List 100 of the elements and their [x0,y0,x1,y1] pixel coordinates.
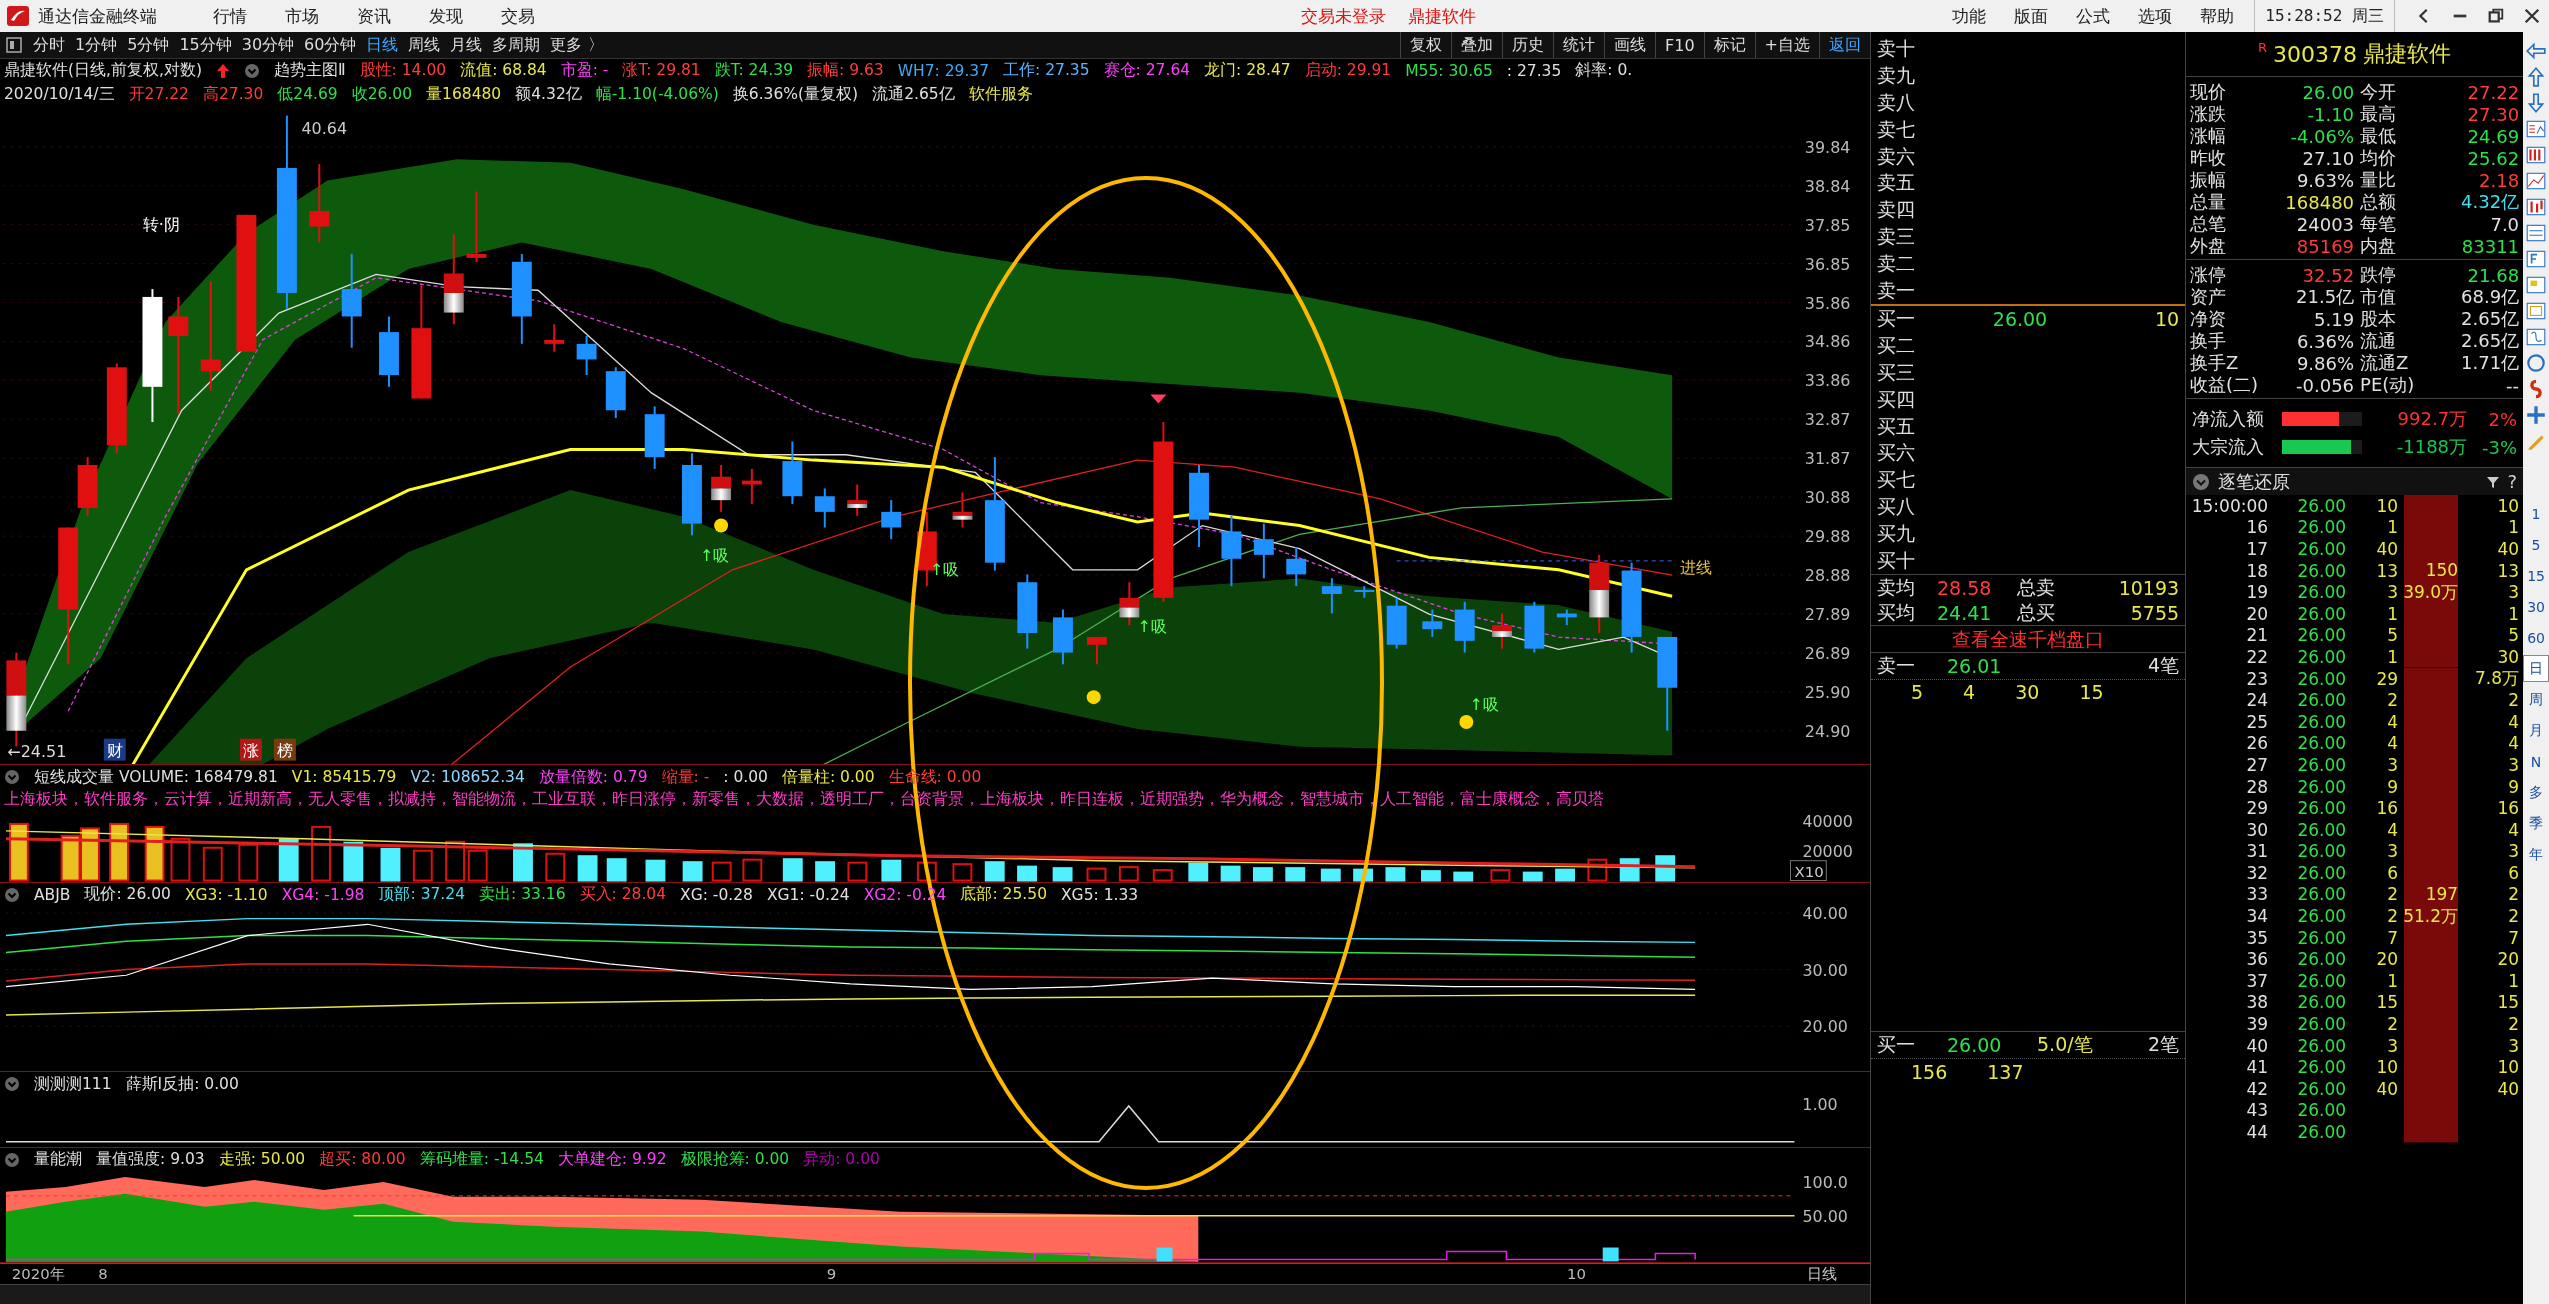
period-button[interactable]: 5 [2523,531,2549,558]
toolbar-button[interactable]: F10 [1655,32,1704,58]
restore-icon[interactable] [2487,7,2505,25]
toolbar-button[interactable]: 复权 [1400,32,1452,58]
period-tab[interactable]: 更多 〉 [545,34,609,56]
indicator-value: 测测测111 [34,1073,112,1095]
move-icon[interactable] [2525,404,2548,426]
help-button[interactable]: ? [2507,471,2518,492]
period-button[interactable]: 季 [2523,810,2549,837]
field-label: 跌停 [2360,263,2398,287]
candlestick [847,483,868,517]
document-icon[interactable] [2525,248,2548,270]
circle-icon[interactable] [2525,352,2548,374]
notes-icon[interactable] [2525,300,2548,322]
tick-price: 26.00 [2296,538,2347,560]
menu-item[interactable]: 公式 [2076,4,2111,28]
bid-price: 26.00 [1991,308,2049,331]
menu-item[interactable]: 行情 [213,4,247,28]
period-tab[interactable]: 多周期 [487,34,546,56]
ask-level-label: 卖一 [1877,652,1916,678]
axis-label: 32.87 [1804,410,1851,430]
period-button[interactable]: 月 [2523,717,2549,744]
list-icon[interactable] [2525,222,2548,244]
dropdown-icon[interactable] [243,62,260,79]
line-chart-icon[interactable] [2525,170,2548,192]
tick-time: 33 [2245,883,2270,906]
chart-title: 鼎捷软件(日线,前复权,对数) [4,60,202,82]
toolbar-button[interactable]: 叠加 [1451,32,1503,58]
formula-icon[interactable] [2525,326,2548,348]
arrow-left-icon[interactable] [2525,40,2548,62]
axis-label: 40.00 [1802,906,1848,923]
bid-level-label: 买三 [1877,359,1916,385]
candlestick [544,323,565,353]
tick-value: 15 [2496,991,2521,1014]
period-tab[interactable]: 5分钟 [122,34,175,56]
bid-level-label: 买六 [1877,440,1916,466]
tick-time: 29 [2245,797,2270,819]
toolbar-button[interactable]: 标记 [1703,32,1755,58]
bid-level-label: 买四 [1877,386,1916,412]
signal-label: ↑吸 [700,545,730,565]
menu-item[interactable]: 交易 [501,4,535,28]
tick-volume: 2 [2386,883,2399,906]
close-icon[interactable] [2523,7,2541,25]
aggregate-value: 51.2万 [2403,904,2459,927]
period-button[interactable]: 30 [2523,593,2549,620]
aggregate-value: 39.0万 [2403,580,2459,603]
toolbar-button[interactable]: 统计 [1553,32,1605,58]
tick-price: 26.00 [2296,754,2347,776]
tick-time: 25 [2245,710,2270,733]
period-button[interactable]: 1 [2523,500,2549,527]
candlestick [881,498,902,541]
period-tab[interactable]: 30分钟 [236,34,300,56]
period-button[interactable]: 年 [2523,841,2549,868]
tick-value: 2 [2507,883,2521,906]
tick-time: 38 [2245,991,2270,1014]
signal-label: ↑吸 [1137,616,1167,636]
toolbar-button[interactable]: +自选 [1754,32,1819,58]
collapse-icon[interactable] [2192,472,2211,491]
notice-link[interactable]: 交易未登录 [1301,4,1387,28]
full-depth-button[interactable]: 查看全速千档盘口 [1871,625,2186,653]
toolbar-button[interactable]: 画线 [1604,32,1656,58]
period-button[interactable]: 多 [2523,779,2549,806]
menu-item[interactable]: 帮助 [2200,4,2235,28]
tick-price: 26.00 [2296,862,2347,884]
period-button[interactable]: 周 [2523,686,2549,713]
order-count: 2笔 [2147,1032,2180,1057]
period-button[interactable]: 日 [2523,655,2549,682]
folder-icon[interactable] [2525,274,2548,296]
menu-item[interactable]: 资讯 [357,4,391,28]
collapse-icon[interactable] [4,886,20,903]
period-button[interactable]: 60 [2523,624,2549,651]
collapse-icon[interactable] [4,769,20,786]
menu-item[interactable]: 市场 [285,4,319,28]
period-tab[interactable]: 日线 [361,34,404,56]
period-tab[interactable]: 15分钟 [174,34,237,56]
indicator-value: XG1: -0.24 [766,885,850,904]
filter-icon[interactable] [2485,474,2500,489]
period-tab[interactable]: 周线 [403,34,446,56]
table-icon[interactable] [2525,144,2548,166]
report-icon[interactable] [2525,118,2548,140]
menu-item[interactable]: 功能 [1952,4,1987,28]
candlestick-icon[interactable] [2525,196,2548,218]
period-tab[interactable]: 分时 [28,34,70,56]
period-tab[interactable]: 1分钟 [70,34,123,56]
period-tab[interactable]: 月线 [445,34,488,56]
menu-item[interactable]: 选项 [2138,4,2173,28]
collapse-icon[interactable] [4,1076,20,1093]
notice-link[interactable]: 鼎捷软件 [1408,4,1477,28]
toolbar-button[interactable]: 返回 [1819,32,1870,58]
period-button[interactable]: N [2523,748,2549,775]
indicator-value: 缩量: - [661,766,710,788]
period-button[interactable]: 15 [2523,562,2549,589]
collapse-icon[interactable] [4,1151,20,1168]
menu-item[interactable]: 发现 [429,4,463,28]
period-tab[interactable]: 60分钟 [299,34,362,56]
tick-time: 20 [2245,602,2270,625]
menu-item[interactable]: 版面 [2014,4,2049,28]
toolbar-button[interactable]: 历史 [1502,32,1554,58]
panel-toggle-icon[interactable] [6,37,22,53]
field-value: -- [2505,374,2520,396]
